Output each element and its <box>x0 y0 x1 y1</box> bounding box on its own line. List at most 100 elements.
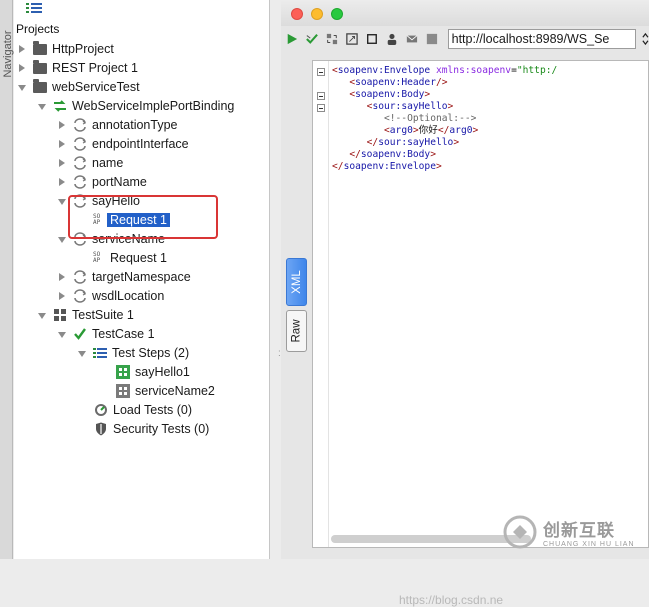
list-view-icon[interactable] <box>26 2 42 14</box>
tree-item-label: sayHello1 <box>135 364 190 379</box>
fold-gutter <box>313 61 329 547</box>
recycle-icon[interactable] <box>326 32 338 46</box>
request-toolbar: http://localhost:8989/WS_Se <box>281 26 649 52</box>
horizontal-scrollbar[interactable] <box>331 535 531 543</box>
tree-item-httpproject[interactable]: HttpProject <box>17 39 114 58</box>
tree-item-label: portName <box>92 174 147 189</box>
test-suite-icon <box>54 308 66 321</box>
expand-arrow-icon[interactable] <box>17 44 27 54</box>
close-window-button[interactable] <box>291 8 303 20</box>
collapse-arrow-icon[interactable] <box>77 348 87 358</box>
folder-icon <box>33 60 47 74</box>
operation-icon <box>74 155 87 170</box>
tree-toolbar <box>14 0 269 20</box>
operation-icon <box>74 174 87 189</box>
tree-item-testsuite[interactable]: TestSuite 1 <box>37 305 134 324</box>
tree-item-rest-project[interactable]: REST Project 1 <box>17 58 138 77</box>
fold-toggle-icon[interactable] <box>317 104 325 112</box>
collapse-arrow-icon[interactable] <box>17 82 27 92</box>
brand-name: 创新互联 <box>543 521 615 540</box>
expand-arrow-icon[interactable] <box>57 272 67 282</box>
watermark-url: https://blog.csdn.ne <box>399 593 504 607</box>
tree-item-label: Request 1 <box>110 250 167 265</box>
operation-icon <box>74 269 87 284</box>
tree-item-webservicetest[interactable]: webServiceTest <box>17 77 140 96</box>
navigator-strip[interactable]: Navigator <box>0 0 14 559</box>
dropdown-arrows-icon[interactable] <box>642 32 649 46</box>
expand-arrow-icon[interactable] <box>57 120 67 130</box>
xml-attr-value: "http:/ <box>516 65 558 76</box>
project-tree-panel: Projects HttpProject REST Project 1 webS… <box>14 0 270 559</box>
collapse-arrow-icon[interactable] <box>57 329 67 339</box>
collapse-arrow-icon[interactable] <box>57 234 67 244</box>
tab-xml-label: XML <box>290 270 303 294</box>
expand-arrow-icon[interactable] <box>57 291 67 301</box>
tree-item-portname[interactable]: portName <box>57 172 147 191</box>
xml-tag: sour:sayHello <box>372 101 448 112</box>
soap-request-icon: SO AP <box>93 251 107 265</box>
tab-xml[interactable]: XML <box>286 258 307 306</box>
tab-raw[interactable]: Raw <box>286 310 307 352</box>
xml-editor[interactable]: <soapenv:Envelope xmlns:soapenv="http:/ … <box>312 60 649 607</box>
envelope-icon[interactable] <box>406 32 418 46</box>
fold-toggle-icon[interactable] <box>317 68 325 76</box>
expand-arrow-icon[interactable] <box>57 139 67 149</box>
zoom-window-button[interactable] <box>331 8 343 20</box>
xml-tag: soapenv:Envelope <box>337 65 431 76</box>
tree-item-security-tests[interactable]: Security Tests (0) <box>94 419 209 438</box>
soap-step-icon-gray <box>116 383 130 398</box>
tree-item-label: Test Steps (2) <box>112 345 190 360</box>
collapse-arrow-icon[interactable] <box>57 196 67 206</box>
endpoint-url-field[interactable]: http://localhost:8989/WS_Se <box>447 29 637 49</box>
gauge-icon <box>95 403 107 416</box>
folder-icon <box>33 41 47 55</box>
tree-item-label: Load Tests (0) <box>113 402 192 417</box>
xml-tag: arg0 <box>449 125 473 136</box>
brand-logo-icon <box>503 515 537 549</box>
tree-item-targetnamespace[interactable]: targetNamespace <box>57 267 191 286</box>
expand-arrow-icon[interactable] <box>57 177 67 187</box>
tree-item-annotationtype[interactable]: annotationType <box>57 115 178 134</box>
tree-item-test-steps[interactable]: Test Steps (2) <box>77 343 189 362</box>
fold-toggle-icon[interactable] <box>317 92 325 100</box>
window-titlebar <box>281 0 649 26</box>
play-icon[interactable] <box>286 32 298 46</box>
resize-icon[interactable] <box>346 32 358 46</box>
test-steps-icon <box>93 347 107 358</box>
tree-item-label: name <box>92 155 124 170</box>
tree-item-step-servicename2[interactable]: serviceName2 <box>116 381 215 400</box>
xml-tag: soapenv:Header <box>355 77 436 88</box>
soap-step-icon-green <box>116 364 130 379</box>
tree-item-label: HttpProject <box>52 41 114 56</box>
tree-item-port-binding[interactable]: WebServiceImplePortBinding <box>37 96 234 115</box>
tree-item-name[interactable]: name <box>57 153 123 172</box>
collapse-arrow-icon[interactable] <box>37 310 47 320</box>
checkmark-icon <box>74 327 86 340</box>
xml-tag: sour:sayHello <box>378 137 454 148</box>
folder-icon <box>33 79 47 93</box>
square-icon[interactable] <box>366 32 378 46</box>
collapse-arrow-icon[interactable] <box>37 101 47 111</box>
tree-item-load-tests[interactable]: Load Tests (0) <box>94 400 192 419</box>
tree-item-endpointinterface[interactable]: endpointInterface <box>57 134 189 153</box>
navigator-label: Navigator <box>2 30 14 78</box>
tree-item-label: serviceName2 <box>135 383 215 398</box>
request-editor-window: http://localhost:8989/WS_Se XML Raw <soa… <box>281 0 649 607</box>
brand-watermark: 创新互联 CHUANG XIN HU LIAN <box>503 508 647 556</box>
expand-arrow-icon[interactable] <box>57 158 67 168</box>
tree-item-step-sayhello1[interactable]: sayHello1 <box>116 362 190 381</box>
tree-item-testcase[interactable]: TestCase 1 <box>57 324 155 343</box>
expand-arrow-icon[interactable] <box>17 63 27 73</box>
tree-item-request[interactable]: SO AP Request 1 <box>93 248 167 267</box>
minimize-window-button[interactable] <box>311 8 323 20</box>
validate-icon[interactable] <box>306 32 318 46</box>
xml-tag: soapenv:Body <box>355 89 425 100</box>
tree-item-label: targetNamespace <box>92 269 191 284</box>
operation-icon <box>74 136 87 151</box>
operation-icon <box>74 288 87 303</box>
projects-title: Projects <box>16 22 60 36</box>
tree-item-wsdllocation[interactable]: wsdlLocation <box>57 286 164 305</box>
xml-code: <soapenv:Envelope xmlns:soapenv="http:/ … <box>332 65 558 172</box>
stop-icon[interactable] <box>426 32 438 46</box>
user-icon[interactable] <box>386 32 398 46</box>
